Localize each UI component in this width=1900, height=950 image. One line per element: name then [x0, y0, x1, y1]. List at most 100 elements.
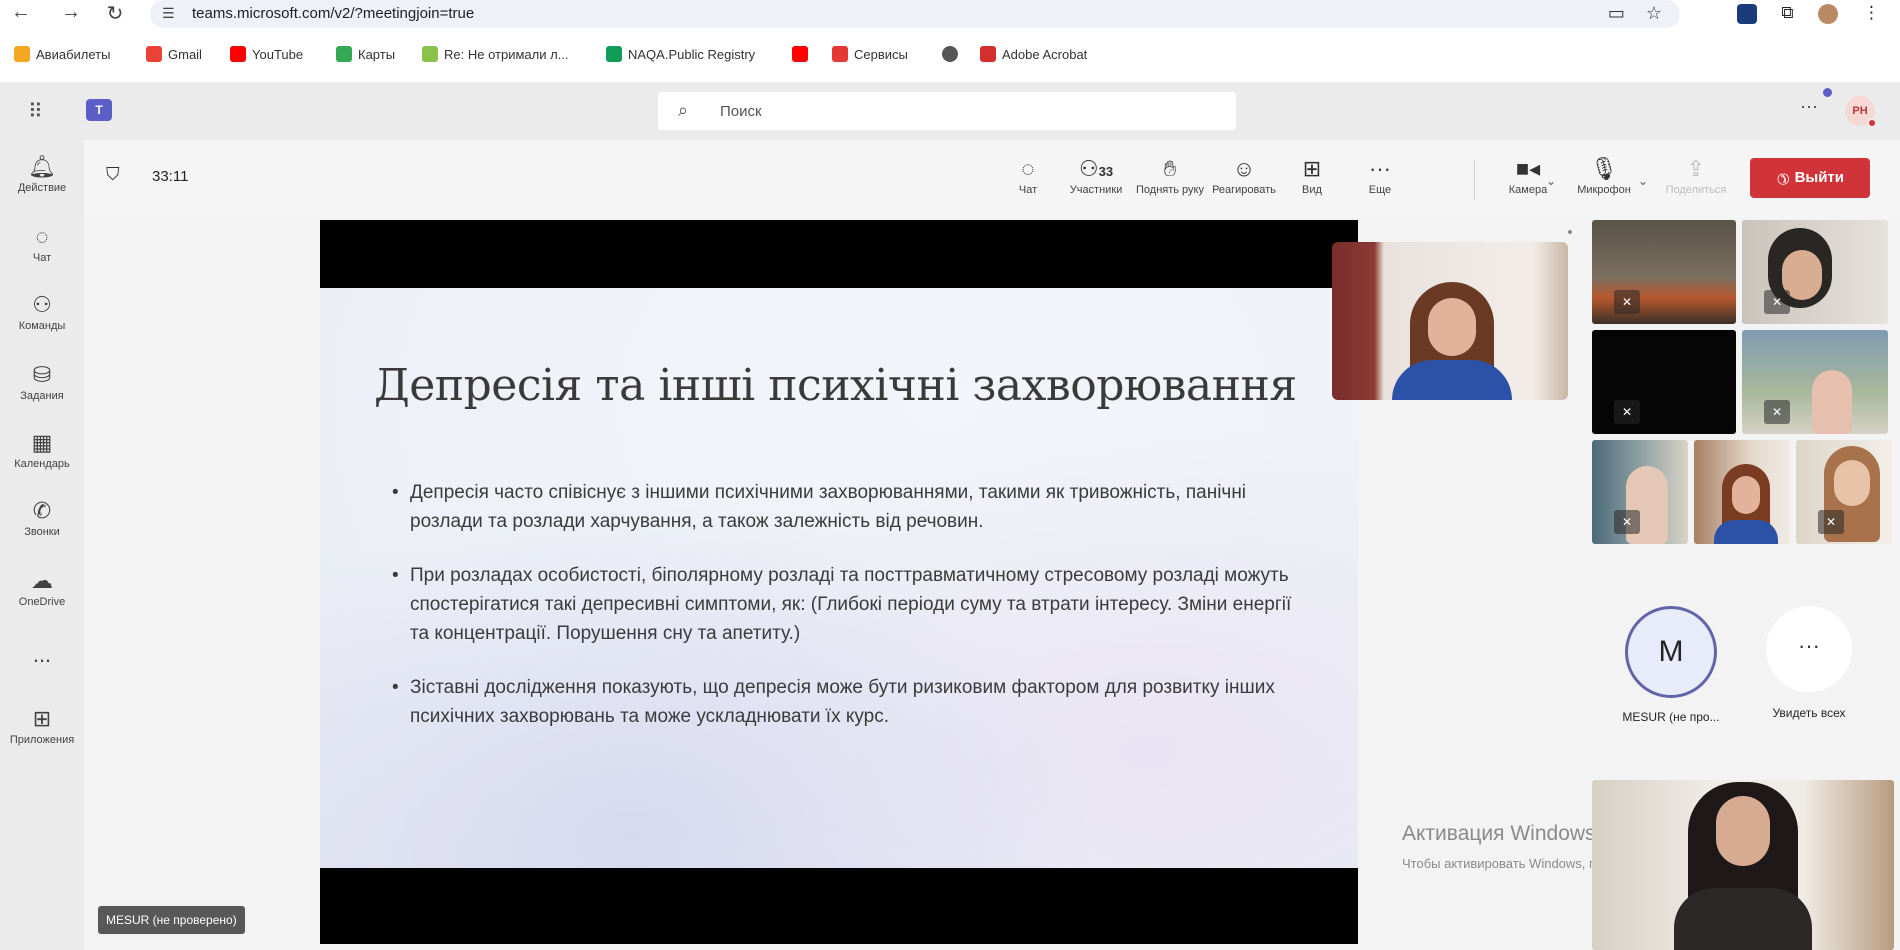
chevron-down-icon[interactable]: ⌄ — [1546, 174, 1556, 188]
self-video-tile[interactable] — [1592, 780, 1894, 950]
address-bar[interactable]: ☰ teams.microsoft.com/v2/?meetingjoin=tr… — [150, 0, 1680, 28]
bookmark-item[interactable]: Adobe Acrobat — [980, 46, 1087, 62]
chevron-down-icon[interactable]: ⌄ — [1638, 174, 1648, 188]
mail-icon — [422, 46, 438, 62]
mic-off-icon: ✕ — [1818, 510, 1844, 534]
rail-item-onedrive[interactable]: ☁︎ OneDrive — [0, 568, 84, 608]
react-button[interactable]: ☺ Реагировать — [1206, 154, 1282, 196]
mic-off-icon: ✕ — [1614, 400, 1640, 424]
chat-icon: ◌ — [1021, 156, 1035, 181]
hand-icon: ✋︎ — [1163, 156, 1177, 181]
more-options-icon[interactable]: ··· — [1800, 96, 1818, 117]
bookmarks-bar: Авиабилеты Gmail YouTube Карты Re: Не от… — [0, 42, 1900, 70]
chat-icon: ◌ — [35, 224, 49, 249]
participant-video-tile[interactable]: ✕ — [1592, 440, 1688, 544]
mic-off-icon: 🎙︎ — [1590, 156, 1618, 181]
rail-item-teams[interactable]: ⚇ Команды — [0, 292, 84, 332]
maps-icon — [336, 46, 352, 62]
more-icon: ··· — [1369, 156, 1391, 181]
presentation-slide: Депресія та інші психічні захворювання Д… — [320, 288, 1358, 868]
bookmark-item[interactable]: Сервисы — [832, 46, 908, 62]
rail-item-chat[interactable]: ◌ Чат — [0, 224, 84, 264]
cast-icon[interactable]: ▭ — [1608, 3, 1625, 23]
bookmark-item[interactable]: Re: Не отримали л... — [422, 46, 569, 62]
back-icon[interactable]: ← — [8, 1, 34, 24]
presenter-figure — [1392, 282, 1512, 400]
forward-icon[interactable]: → — [58, 1, 84, 24]
notification-dot — [1823, 88, 1832, 97]
apps-icon: ⊞ — [32, 706, 52, 731]
share-icon: ⇪ — [1686, 156, 1706, 181]
more-button[interactable]: ··· Еще — [1342, 154, 1418, 196]
bookmark-star-icon[interactable]: ☆ — [1646, 3, 1662, 23]
phone-icon: ✆ — [32, 498, 52, 523]
participant-video-tile[interactable]: ✕ — [1592, 330, 1736, 434]
cloud-icon: ☁︎ — [31, 568, 53, 593]
participant-avatar-tile[interactable]: M MESUR (не про... — [1616, 606, 1726, 724]
profile-avatar[interactable] — [1818, 3, 1839, 24]
search-input[interactable]: ⌕ Поиск — [658, 92, 1236, 130]
pip-menu-icon[interactable] — [1568, 230, 1572, 234]
rail-item-calendar[interactable]: ▦ Календарь — [0, 430, 84, 470]
rail-item-activity[interactable]: 🔔︎ Действие — [0, 154, 84, 194]
app-launcher-icon[interactable]: ⠿ — [28, 99, 43, 124]
services-icon — [832, 46, 848, 62]
presenter-video[interactable] — [1332, 242, 1568, 400]
mic-off-icon: ✕ — [1614, 290, 1640, 314]
rail-item-more[interactable]: ... — [0, 642, 84, 670]
reload-icon[interactable]: ↻ — [102, 1, 128, 26]
bookmark-item[interactable]: Gmail — [146, 46, 202, 62]
participants-button[interactable]: ⚇33 Участники — [1058, 154, 1134, 196]
see-all-button[interactable]: ··· Увидеть всех — [1754, 606, 1864, 720]
rail-item-apps[interactable]: ⊞ Приложения — [0, 706, 84, 746]
participant-video-tile[interactable] — [1694, 440, 1790, 544]
rail-item-assignments[interactable]: ⛁ Задания — [0, 362, 84, 402]
gmail-icon — [146, 46, 162, 62]
calendar-icon: ▦ — [31, 430, 53, 455]
youtube-icon — [792, 46, 808, 62]
raise-hand-button[interactable]: ✋︎ Поднять руку — [1132, 154, 1208, 196]
meeting-stage: Депресія та інші психічні захворювання Д… — [84, 218, 1900, 950]
smile-icon: ☺ — [1232, 156, 1256, 181]
mic-button[interactable]: 🎙︎ Микрофон — [1566, 154, 1642, 196]
mic-off-icon: ✕ — [1764, 400, 1790, 424]
rail-item-calls[interactable]: ✆ Звонки — [0, 498, 84, 538]
sheets-icon — [606, 46, 622, 62]
shared-screen: Депресія та інші психічні захворювання Д… — [320, 220, 1572, 944]
acrobat-icon — [980, 46, 996, 62]
more-icon: ··· — [1766, 606, 1852, 692]
mic-off-icon: ✕ — [1764, 290, 1790, 314]
bookmark-item[interactable]: Авиабилеты — [14, 46, 110, 62]
aviasales-icon — [14, 46, 30, 62]
participant-video-tile[interactable]: ✕ — [1742, 220, 1888, 324]
search-icon: ⌕ — [678, 100, 689, 120]
bookmark-item[interactable]: YouTube — [230, 46, 303, 62]
participant-name: MESUR (не про... — [1622, 710, 1720, 724]
slide-bullet: Зіставні дослідження показують, що депре… — [392, 673, 1292, 731]
bookmark-item[interactable]: NAQA.Public Registry — [606, 46, 755, 62]
user-avatar[interactable]: PH — [1845, 96, 1877, 128]
bookmark-item[interactable] — [942, 46, 964, 62]
share-button[interactable]: ⇪ Поделиться — [1658, 154, 1734, 196]
view-button[interactable]: ⊞ Вид — [1274, 154, 1350, 196]
slide-title: Депресія та інші психічні захворювання — [374, 360, 1297, 411]
bookmark-item[interactable] — [792, 46, 814, 62]
app-rail: 🔔︎ Действие ◌ Чат ⚇ Команды ⛁ Задания ▦ Кален… — [0, 140, 84, 950]
participant-video-tile[interactable]: ✕ — [1592, 220, 1736, 324]
site-settings-icon[interactable]: ☰ — [162, 5, 175, 22]
bookmark-item[interactable]: Карты — [336, 46, 395, 62]
chat-button[interactable]: ◌ Чат — [990, 154, 1066, 196]
participant-video-tile[interactable]: ✕ — [1742, 330, 1888, 434]
grid-icon: ⊞ — [1302, 156, 1322, 181]
globe-icon — [942, 46, 958, 62]
mic-off-icon: ✕ — [1614, 510, 1640, 534]
slide-bullet-list: Депресія часто співіснує з іншими психіч… — [392, 478, 1292, 756]
menu-dots-icon[interactable]: ⋮ — [1863, 3, 1880, 23]
puzzle-icon[interactable]: ⧉ — [1781, 3, 1793, 23]
leave-button[interactable]: ✆Выйти — [1750, 158, 1870, 198]
url-text[interactable]: teams.microsoft.com/v2/?meetingjoin=true — [192, 5, 474, 22]
see-all-label: Увидеть всех — [1772, 706, 1846, 720]
extension-icon[interactable] — [1736, 3, 1757, 24]
participant-video-tile[interactable]: ✕ — [1796, 440, 1892, 544]
avatar: M — [1625, 606, 1717, 698]
